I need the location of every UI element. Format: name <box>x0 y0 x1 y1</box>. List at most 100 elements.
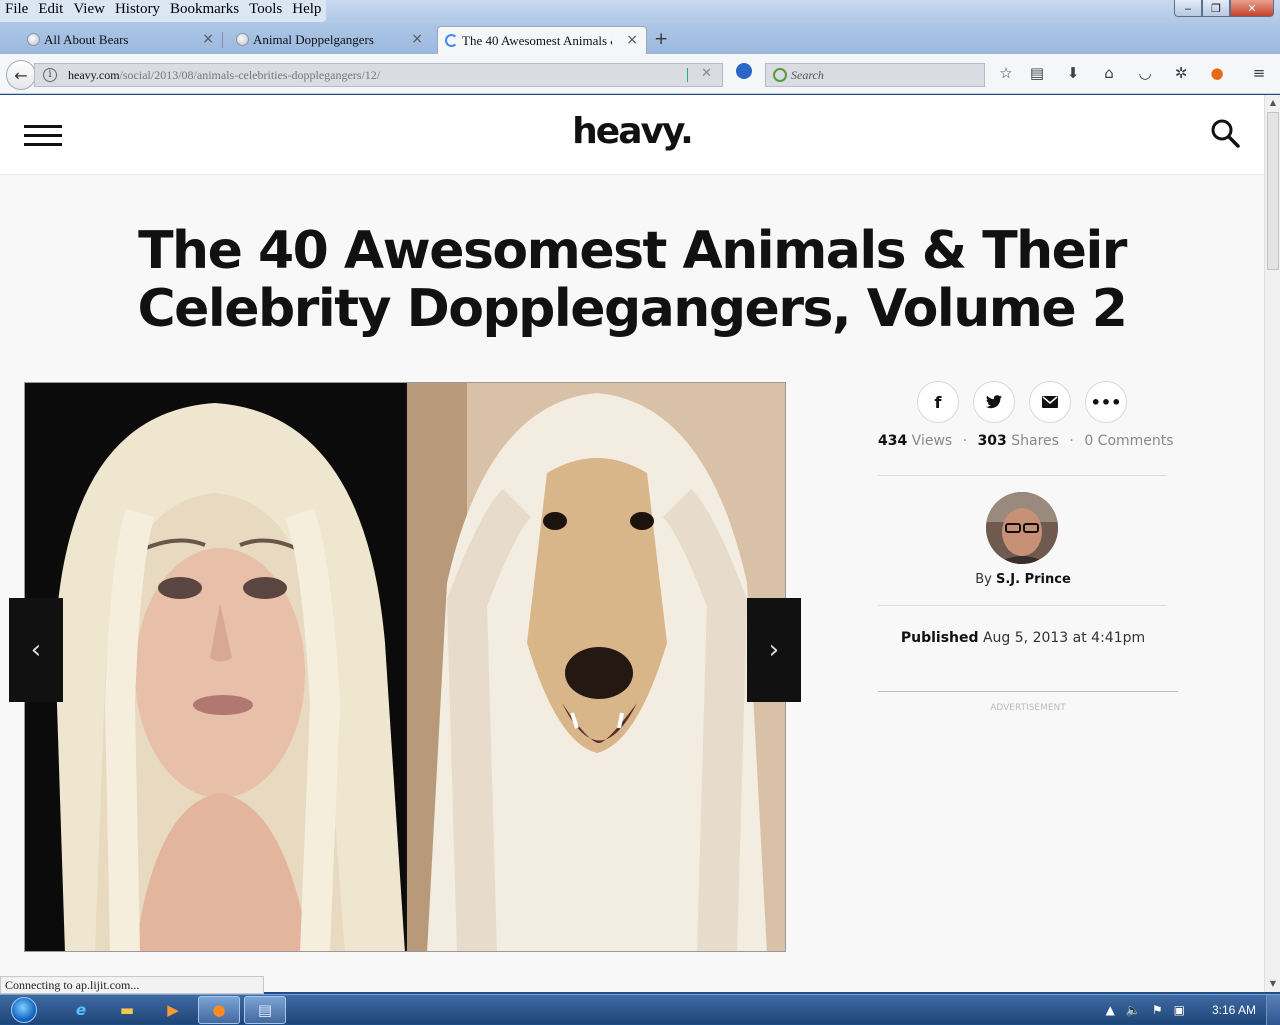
menu-hamburger-icon[interactable]: ≡ <box>1248 62 1270 84</box>
back-button[interactable]: ← <box>6 60 36 90</box>
notepad-taskbar-button[interactable]: ▤ <box>244 996 286 1024</box>
previous-slide-button[interactable]: ‹ <box>9 598 63 702</box>
info-icon[interactable]: i <box>43 68 57 82</box>
search-bar[interactable]: Search <box>765 63 985 87</box>
facebook-icon: f <box>934 392 942 412</box>
views-label: Views <box>907 433 953 449</box>
url-bar[interactable]: i heavy.com/social/2013/08/animals-celeb… <box>34 63 723 87</box>
maximize-button[interactable]: ❐ <box>1202 0 1230 17</box>
dog-photo <box>407 383 785 951</box>
loading-spinner-icon <box>445 34 458 47</box>
scroll-up-icon[interactable]: ▲ <box>1265 95 1280 111</box>
file-explorer-icon[interactable]: ▬ <box>106 996 148 1024</box>
globe-icon <box>236 33 249 46</box>
tab-close-icon[interactable]: × <box>202 31 214 47</box>
tab-separator <box>222 32 223 48</box>
share-buttons: f ••• <box>917 381 1127 423</box>
next-slide-button[interactable]: › <box>747 598 801 702</box>
comments-link[interactable]: 0 Comments <box>1084 433 1173 449</box>
media-player-icon[interactable]: ▶ <box>152 996 194 1024</box>
email-icon <box>1042 396 1058 408</box>
show-hidden-icons[interactable]: ▲ <box>1106 1003 1115 1017</box>
menu-edit[interactable]: Edit <box>33 0 68 22</box>
pocket-icon[interactable]: ◡ <box>1134 62 1156 84</box>
navigation-toolbar: ← i heavy.com/social/2013/08/animals-cel… <box>0 54 1280 94</box>
chevron-right-icon: › <box>768 635 780 665</box>
author-byline: By S.J. Prince <box>878 572 1168 587</box>
taskbar: e ▬ ▶ ● ▤ ▲ 🔈 ⚑ ▣ 3:16 AM <box>0 994 1280 1025</box>
tab-title: The 40 Awesomest Animals & T <box>462 32 612 48</box>
home-icon[interactable]: ⌂ <box>1098 62 1120 84</box>
advertisement-label: ADVERTISEMENT <box>990 703 1066 713</box>
internet-explorer-icon[interactable]: e <box>60 996 102 1024</box>
search-engine-icon[interactable] <box>773 68 787 82</box>
search-placeholder: Search <box>791 67 824 82</box>
back-arrow-icon: ← <box>14 65 28 85</box>
browser-titlebar: File Edit View History Bookmarks Tools H… <box>0 0 1280 56</box>
start-button[interactable] <box>2 995 46 1025</box>
stats-separator: · <box>962 433 968 449</box>
firefox-taskbar-button[interactable]: ● <box>198 996 240 1024</box>
tab-close-icon[interactable]: × <box>626 32 638 48</box>
minimize-icon: ‒ <box>1184 1 1192 15</box>
divider <box>878 605 1166 606</box>
url-text: heavy.com/social/2013/08/animals-celebri… <box>68 68 380 83</box>
duckduckgo-icon[interactable]: ● <box>1206 62 1228 84</box>
stop-loading-icon[interactable]: ✕ <box>701 66 712 81</box>
tab-title: Animal Doppelgangers <box>253 32 374 47</box>
close-window-button[interactable]: ✕ <box>1230 0 1274 17</box>
facebook-share-button[interactable]: f <box>917 381 959 423</box>
tab-all-about-bears[interactable]: All About Bears × <box>20 26 222 54</box>
minimize-button[interactable]: ‒ <box>1174 0 1202 17</box>
article-stats: 434 Views · 303 Shares · 0 Comments <box>878 433 1174 449</box>
views-count: 434 <box>878 433 908 449</box>
site-search-icon[interactable] <box>1209 117 1241 149</box>
published-date: Published Aug 5, 2013 at 4:41pm <box>878 630 1168 646</box>
shares-label: Shares <box>1006 433 1059 449</box>
site-logo[interactable]: heavy. <box>0 111 1264 152</box>
downloads-icon[interactable]: ⬇ <box>1062 62 1084 84</box>
author-avatar[interactable] <box>986 492 1058 564</box>
reading-list-icon[interactable]: ▤ <box>1026 62 1048 84</box>
globe-icon <box>27 33 40 46</box>
menu-tools[interactable]: Tools <box>244 0 287 22</box>
menu-history[interactable]: History <box>110 0 165 22</box>
status-bar: Connecting to ap.lijit.com... <box>0 976 264 994</box>
show-desktop-button[interactable] <box>1266 995 1280 1025</box>
action-center-flag-icon[interactable]: ⚑ <box>1152 1003 1163 1017</box>
menu-view[interactable]: View <box>68 0 110 22</box>
addon-icon[interactable] <box>736 63 752 79</box>
tab-close-icon[interactable]: × <box>411 31 423 47</box>
tab-title: All About Bears <box>44 32 129 47</box>
twitter-icon <box>986 395 1002 409</box>
scroll-down-icon[interactable]: ▼ <box>1265 976 1280 992</box>
divider <box>878 691 1178 692</box>
menu-bar: File Edit View History Bookmarks Tools H… <box>0 0 327 22</box>
more-icon: ••• <box>1090 392 1122 412</box>
network-icon[interactable]: ▣ <box>1174 1003 1185 1017</box>
url-domain: heavy.com <box>68 67 120 82</box>
clock[interactable]: 3:16 AM <box>1212 1003 1256 1017</box>
published-value: Aug 5, 2013 at 4:41pm <box>978 630 1146 646</box>
author-name[interactable]: S.J. Prince <box>996 572 1071 587</box>
email-share-button[interactable] <box>1029 381 1071 423</box>
article-title: The 40 Awesomest Animals & Their Celebri… <box>137 221 1128 339</box>
tab-animal-doppelgangers[interactable]: Animal Doppelgangers × <box>229 26 431 54</box>
menu-file[interactable]: File <box>0 0 33 22</box>
tab-awesomest-animals[interactable]: The 40 Awesomest Animals & T × <box>437 26 647 54</box>
menu-bookmarks[interactable]: Bookmarks <box>165 0 244 22</box>
page-scrollbar[interactable]: ▲ ▼ <box>1264 95 1280 992</box>
url-cursor <box>687 68 688 82</box>
volume-icon[interactable]: 🔈 <box>1126 1003 1141 1017</box>
bookmark-star-icon[interactable]: ☆ <box>995 62 1017 84</box>
tab-strip: All About Bears × Animal Doppelgangers ×… <box>0 26 1280 54</box>
scroll-thumb[interactable] <box>1267 112 1279 270</box>
twitter-share-button[interactable] <box>973 381 1015 423</box>
extension-icon[interactable]: ✲ <box>1170 62 1192 84</box>
divider <box>878 475 1166 476</box>
menu-help[interactable]: Help <box>287 0 326 22</box>
new-tab-icon[interactable]: + <box>654 29 668 49</box>
system-tray: ▲ 🔈 ⚑ ▣ 3:16 AM <box>1106 995 1256 1025</box>
more-share-button[interactable]: ••• <box>1085 381 1127 423</box>
celebrity-photo <box>25 383 405 951</box>
